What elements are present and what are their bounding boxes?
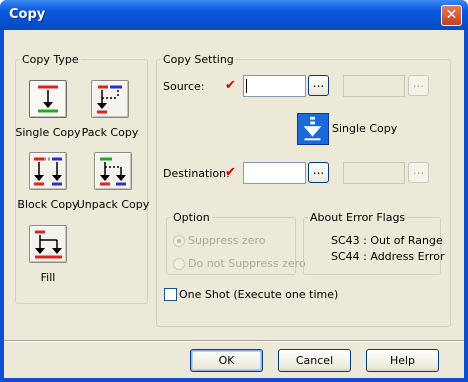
suppress-zero-radio[interactable] bbox=[173, 235, 185, 247]
source-input[interactable] bbox=[243, 75, 306, 97]
option-legend: Option bbox=[173, 211, 210, 224]
copy-type-legend: Copy Type bbox=[22, 53, 79, 66]
unpack-copy-button[interactable] bbox=[94, 152, 132, 190]
destination-required-icon: ✔ bbox=[225, 165, 236, 180]
down-arrow-icon bbox=[303, 116, 322, 141]
title-bar[interactable]: Copy ✕ bbox=[0, 0, 468, 30]
unpack-copy-label: Unpack Copy bbox=[76, 198, 150, 211]
error-flag-sc43: SC43 : Out of Range bbox=[331, 234, 443, 247]
source-comment-field bbox=[343, 75, 405, 97]
help-button[interactable]: Help bbox=[366, 349, 439, 372]
fill-button[interactable] bbox=[29, 225, 67, 263]
text-cursor bbox=[246, 79, 247, 93]
cancel-button[interactable]: Cancel bbox=[278, 349, 351, 372]
destination-browse-button[interactable]: ... bbox=[308, 162, 329, 183]
do-not-suppress-zero-radio[interactable] bbox=[173, 258, 185, 270]
pack-copy-icon bbox=[97, 85, 122, 114]
pack-copy-label: Pack Copy bbox=[81, 126, 139, 139]
one-shot-label: One Shot (Execute one time) bbox=[179, 288, 339, 301]
source-label: Source: bbox=[163, 80, 205, 93]
block-copy-button[interactable] bbox=[29, 152, 67, 190]
ok-button[interactable]: OK bbox=[190, 349, 263, 372]
do-not-suppress-zero-label: Do not Suppress zero bbox=[188, 257, 306, 270]
separator bbox=[4, 340, 464, 342]
unpack-copy-icon bbox=[100, 157, 126, 186]
suppress-zero-label: Suppress zero bbox=[188, 234, 266, 247]
close-button[interactable]: ✕ bbox=[441, 5, 462, 26]
block-copy-icon bbox=[34, 157, 62, 186]
fill-label: Fill bbox=[40, 271, 56, 284]
source-comment-browse-button: ... bbox=[408, 75, 429, 96]
single-copy-icon bbox=[38, 85, 58, 113]
error-flags-legend: About Error Flags bbox=[310, 211, 406, 224]
error-flag-sc44: SC44 : Address Error bbox=[331, 250, 445, 263]
fill-icon bbox=[35, 230, 62, 259]
dialog-body: Copy Type Single Copy Pack Copy Block Co… bbox=[4, 30, 464, 378]
single-copy-mode-icon bbox=[297, 113, 329, 145]
single-copy-button[interactable] bbox=[29, 80, 67, 118]
one-shot-checkbox[interactable] bbox=[164, 288, 177, 301]
copy-setting-legend: Copy Setting bbox=[163, 53, 234, 66]
destination-label: Destination: bbox=[163, 167, 230, 180]
destination-comment-field bbox=[343, 162, 405, 184]
destination-comment-browse-button: ... bbox=[408, 162, 429, 183]
copy-mode-label: Single Copy bbox=[332, 122, 398, 135]
destination-input[interactable] bbox=[243, 162, 306, 184]
source-browse-button[interactable]: ... bbox=[308, 75, 329, 96]
window-title: Copy bbox=[9, 7, 46, 22]
pack-copy-button[interactable] bbox=[91, 80, 129, 118]
copy-dialog: Copy ✕ Copy Type Single Copy Pack Copy B… bbox=[0, 0, 468, 382]
source-required-icon: ✔ bbox=[225, 78, 236, 93]
